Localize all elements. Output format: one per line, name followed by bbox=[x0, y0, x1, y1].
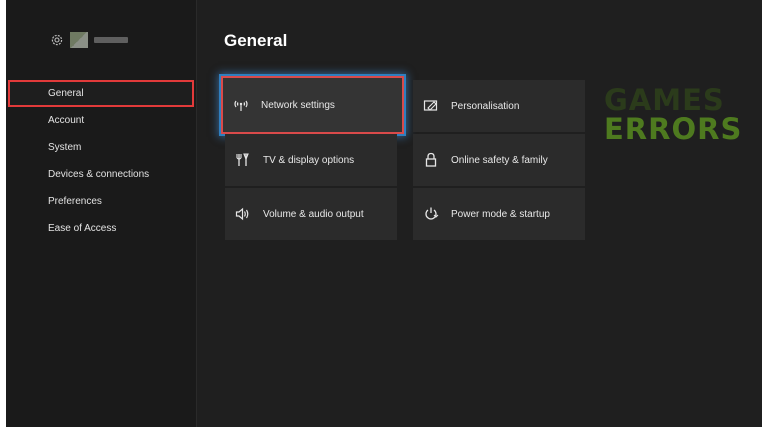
gamertag-blurred bbox=[94, 37, 128, 43]
tile-volume-audio-output[interactable]: Volume & audio output bbox=[225, 188, 397, 240]
speaker-icon bbox=[235, 206, 251, 222]
tile-network-settings[interactable]: Network settings bbox=[221, 76, 404, 134]
tile-label: Network settings bbox=[261, 99, 335, 111]
tile-power-mode-startup[interactable]: Power mode & startup bbox=[413, 188, 585, 240]
lock-icon bbox=[423, 152, 439, 168]
tile-online-safety-family[interactable]: Online safety & family bbox=[413, 134, 585, 186]
tile-label: Power mode & startup bbox=[451, 208, 550, 220]
nav-active-highlight bbox=[8, 80, 194, 107]
tile-label: Personalisation bbox=[451, 100, 520, 112]
avatar bbox=[70, 32, 88, 48]
watermark-line2: ERRORS bbox=[604, 112, 743, 146]
sidebar-item-preferences[interactable]: Preferences bbox=[48, 196, 102, 208]
tile-personalisation[interactable]: Personalisation bbox=[413, 80, 585, 132]
power-icon bbox=[423, 206, 439, 222]
sidebar-item-system[interactable]: System bbox=[48, 142, 81, 154]
watermark-line1: GAMES bbox=[604, 83, 725, 117]
sidebar: General Account System Devices & connect… bbox=[6, 0, 197, 427]
tile-label: Volume & audio output bbox=[263, 208, 364, 220]
tile-label: Online safety & family bbox=[451, 154, 548, 166]
tv-display-icon bbox=[235, 152, 251, 168]
watermark-logo: GAMES ERRORS bbox=[604, 86, 742, 144]
personalisation-icon bbox=[423, 98, 439, 114]
sidebar-item-general[interactable]: General bbox=[48, 88, 84, 100]
sidebar-item-account[interactable]: Account bbox=[48, 115, 84, 127]
tile-tv-display-options[interactable]: TV & display options bbox=[225, 134, 397, 186]
sidebar-item-devices-connections[interactable]: Devices & connections bbox=[48, 169, 149, 181]
sidebar-item-ease-of-access[interactable]: Ease of Access bbox=[48, 223, 116, 235]
tile-label: TV & display options bbox=[263, 154, 355, 166]
profile bbox=[50, 31, 128, 49]
network-icon bbox=[233, 97, 249, 113]
xbox-settings-screen: General Account System Devices & connect… bbox=[6, 0, 762, 427]
gear-icon[interactable] bbox=[50, 33, 64, 47]
page-title: General bbox=[224, 31, 288, 50]
